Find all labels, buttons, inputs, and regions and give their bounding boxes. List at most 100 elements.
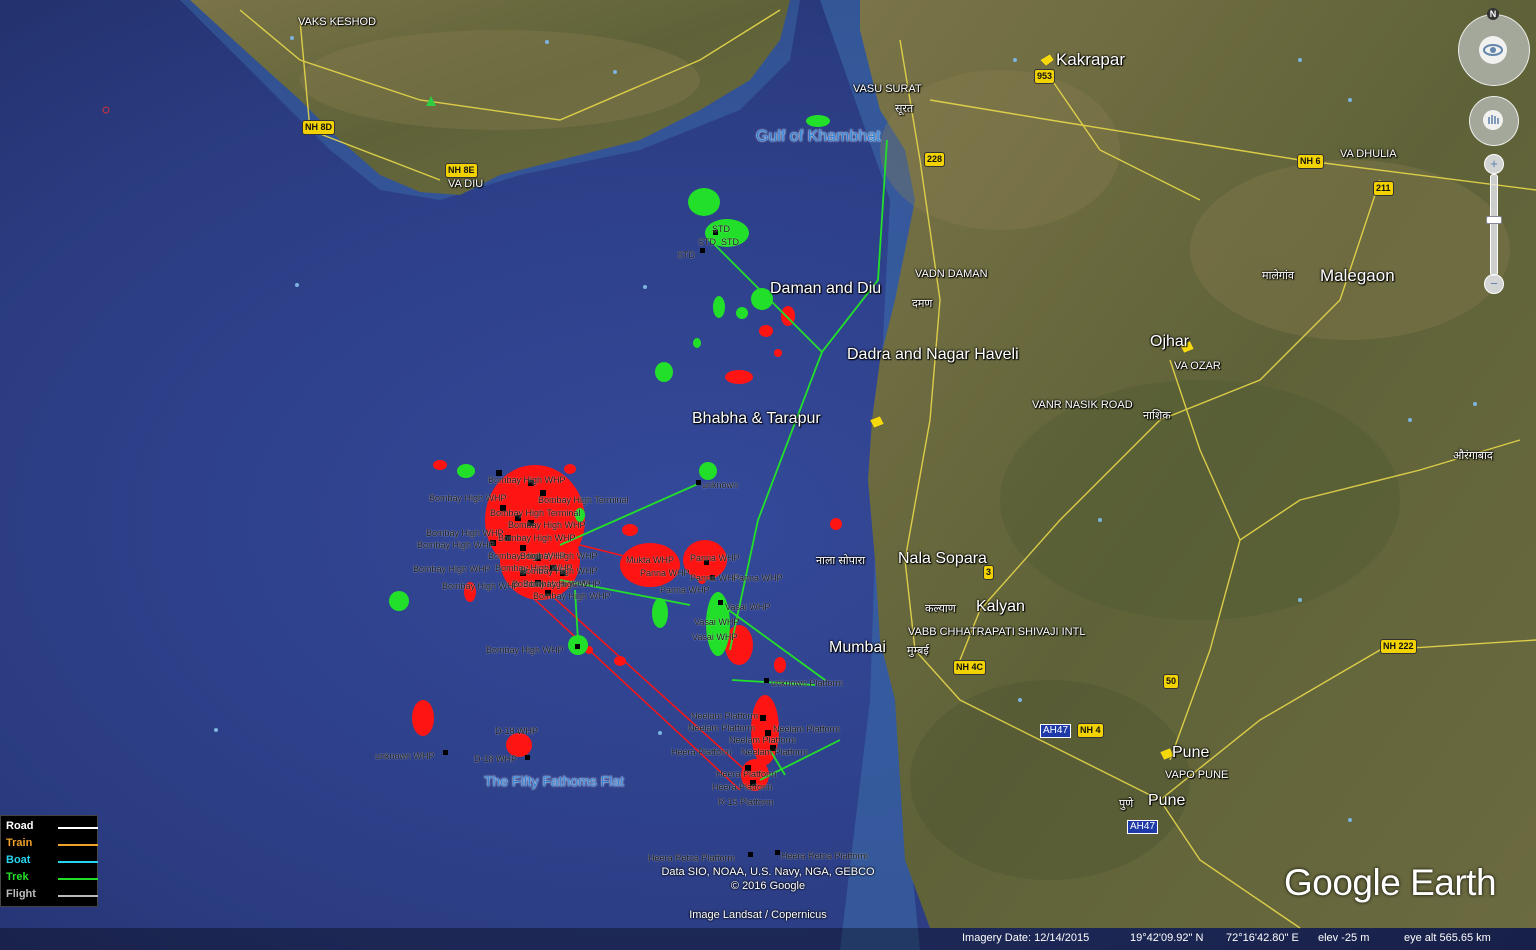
- label-malegaon-hindi: मालेगांव: [1262, 270, 1295, 282]
- platform-label[interactable]: Mukta WHP: [626, 555, 674, 565]
- legend-item-road: Road: [6, 820, 98, 835]
- label-va-dhulia: VA DHULIA: [1340, 148, 1397, 160]
- platform-label[interactable]: Bombay High WHP: [508, 520, 586, 530]
- platform-label[interactable]: Bombay High WHP: [429, 493, 507, 503]
- legend-swatch: [58, 895, 98, 897]
- label-malegaon: Malegaon: [1320, 266, 1395, 285]
- label-fifty-fathoms-flat: The Fifty Fathoms Flat: [484, 773, 625, 789]
- platform-label[interactable]: STD: [677, 250, 695, 260]
- label-dadra-nagar-haveli: Dadra and Nagar Haveli: [847, 346, 1019, 363]
- data-credit: Data SIO, NOAA, U.S. Navy, NGA, GEBCO: [661, 866, 875, 878]
- label-kakrapar: Kakrapar: [1056, 50, 1125, 69]
- platform-label[interactable]: Vasai WHP: [694, 617, 739, 627]
- platform-label[interactable]: Bombay High WHP: [442, 581, 520, 591]
- shield-nh222: NH 222: [1380, 639, 1417, 654]
- platform-label[interactable]: Vasai WHP: [692, 632, 737, 642]
- shield-228: 228: [924, 152, 946, 167]
- platform-label[interactable]: Bombay High WHP: [417, 540, 495, 550]
- label-gulf-of-khambhat: Gulf of Khambhat: [756, 128, 881, 145]
- label-bhabha-tarapur: Bhabha & Tarapur: [692, 410, 821, 427]
- platform-label[interactable]: D-18 WHP: [495, 726, 538, 736]
- platform-label[interactable]: Panna WHP: [640, 568, 690, 578]
- platform-label[interactable]: Heera Retna Platform: [781, 851, 868, 861]
- platform-label[interactable]: R-15 Platform: [718, 797, 774, 807]
- platform-label[interactable]: Bombay High WHP: [426, 528, 504, 538]
- platform-label[interactable]: Panna WHP: [660, 585, 710, 595]
- platform-label[interactable]: Neelam Platform: [691, 711, 758, 721]
- platform-label[interactable]: Neelam Platform: [688, 723, 755, 733]
- platform-label[interactable]: Bombay High WHP: [520, 551, 598, 561]
- legend: Road Train Boat Trek Flight: [0, 815, 98, 907]
- hand-icon[interactable]: [1483, 110, 1503, 130]
- label-vadn-daman: VADN DAMAN: [915, 268, 988, 280]
- platform-label[interactable]: Bombay High WHP: [488, 475, 566, 485]
- shield-nh4c: NH 4C: [953, 660, 987, 675]
- label-daman-hindi: दमण: [912, 298, 933, 310]
- platform-label[interactable]: STD: [712, 224, 730, 234]
- zoom-out-button[interactable]: −: [1484, 274, 1504, 294]
- label-kalyan-hindi: कल्याण: [925, 603, 956, 615]
- platform-label[interactable]: Heera Platform: [671, 747, 732, 757]
- label-pune: Pune: [1172, 744, 1210, 761]
- platform-label[interactable]: Vasai WHP: [725, 602, 770, 612]
- platform-label[interactable]: Bombay High WHP: [413, 564, 491, 574]
- legend-item-trek: Trek: [6, 871, 98, 886]
- label-va-ozar: VA OZAR: [1174, 360, 1221, 372]
- platform-label[interactable]: Panna WHP: [690, 553, 740, 563]
- platform-label[interactable]: Neelam Platform: [729, 735, 796, 745]
- label-nashik-hindi: नाशिक: [1143, 410, 1171, 422]
- legend-item-train: Train: [6, 837, 98, 852]
- platform-label[interactable]: Heera Platform: [716, 769, 777, 779]
- platform-label[interactable]: unknown WHP: [375, 751, 435, 761]
- platform-label[interactable]: Bombay High WHP: [520, 566, 598, 576]
- north-icon[interactable]: N: [1487, 8, 1499, 20]
- label-aurangabad-hindi: औरंगाबाद: [1453, 450, 1493, 462]
- platform-label[interactable]: unknown Platform: [771, 678, 843, 688]
- label-vabb: VABB CHHATRAPATI SHIVAJI INTL: [908, 626, 1086, 638]
- platform-label[interactable]: Bombay High WHP: [523, 579, 601, 589]
- label-daman-and-diu: Daman and Diu: [770, 280, 882, 297]
- zoom-slider-handle[interactable]: [1486, 216, 1502, 224]
- elevation: elev -25 m: [1318, 932, 1370, 944]
- eye-icon[interactable]: [1479, 36, 1507, 64]
- platform-label[interactable]: Heera Retna Platform: [648, 853, 735, 863]
- label-vasu-surat: VASU SURAT: [853, 83, 922, 95]
- label-kalyan: Kalyan: [976, 598, 1025, 615]
- shield-ah47-b: AH47: [1127, 820, 1159, 834]
- platform-label[interactable]: STD: [721, 237, 739, 247]
- shield-ah47: AH47: [1040, 724, 1072, 738]
- shield-50: 50: [1163, 674, 1180, 689]
- platform-label[interactable]: Heera Platform: [712, 782, 773, 792]
- zoom-slider[interactable]: [1490, 174, 1498, 276]
- label-vapo-pune: VAPO PUNE: [1165, 769, 1229, 781]
- zoom-in-button[interactable]: +: [1484, 154, 1504, 174]
- platform-label[interactable]: Panna WHP: [733, 573, 783, 583]
- platform-label[interactable]: Bombay High WHP: [486, 645, 564, 655]
- legend-swatch: [58, 827, 98, 829]
- label-pune-hindi: पुणे: [1119, 798, 1134, 810]
- label-ojhar: Ojhar: [1150, 333, 1190, 350]
- copyright-credit: © 2016 Google: [730, 880, 806, 892]
- label-va-diu: VA DIU: [448, 178, 484, 190]
- platform-label[interactable]: Bombay High Terminal: [490, 508, 580, 518]
- platform-label[interactable]: Bombay High Terminal: [538, 495, 628, 505]
- platform-label[interactable]: Neelam Platform: [741, 747, 808, 757]
- platform-label[interactable]: Neelam Platform: [773, 724, 840, 734]
- status-bar: Imagery Date: 12/14/2015 19°42'09.92" N …: [0, 928, 1536, 950]
- shield-3: 3: [983, 565, 995, 580]
- eye-altitude: eye alt 565.65 km: [1404, 932, 1491, 944]
- platform-label[interactable]: Bombay High WHP: [498, 533, 576, 543]
- platform-label[interactable]: unknown: [702, 480, 738, 490]
- platform-label[interactable]: STD: [698, 237, 716, 247]
- platform-label[interactable]: Bombay High WHP: [533, 591, 611, 601]
- legend-item-boat: Boat: [6, 854, 98, 869]
- legend-swatch: [58, 861, 98, 863]
- imagery-date: Imagery Date: 12/14/2015: [962, 932, 1090, 944]
- legend-label: Boat: [6, 854, 31, 866]
- label-surat-hindi: सूरत: [895, 103, 914, 115]
- platform-label[interactable]: D-18 WHP: [474, 754, 517, 764]
- legend-swatch: [58, 844, 98, 846]
- shield-211: 211: [1373, 181, 1394, 196]
- label-nala-sopara: Nala Sopara: [898, 550, 987, 567]
- legend-label: Trek: [6, 871, 29, 883]
